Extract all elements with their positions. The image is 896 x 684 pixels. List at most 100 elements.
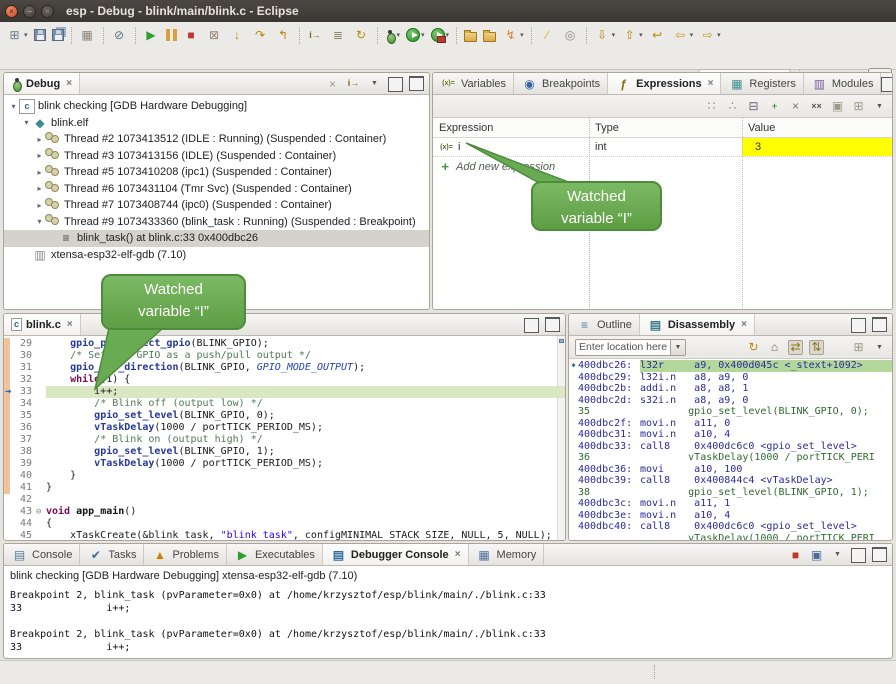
display-selected-console-icon[interactable]: ▣ [809,547,824,562]
refresh-debug-views-button[interactable]: ↻ [350,25,373,45]
expression-cell[interactable]: (x)=i [433,139,589,156]
layout-icon[interactable]: ⊞ [851,340,866,355]
dropdown-arrow-icon[interactable]: ▾ [520,31,524,39]
forward-button[interactable]: ⇨▾ [696,25,724,45]
tab-variables[interactable]: (x)=Variables [433,73,514,94]
code-line[interactable]: 30 /* Set the GPIO as a push/pull output… [4,350,565,362]
disassembly-line[interactable]: 400dbc40:call8 0x400dc6c0 <gpio_set_leve… [569,521,892,533]
code-line[interactable]: 38 gpio_set_level(BLINK_GPIO, 1); [4,446,565,458]
dropdown-arrow-icon[interactable]: ▾ [717,31,721,39]
debug-tree-item[interactable]: ▸Thread #6 1073431104 (Tmr Svc) (Suspend… [4,181,429,198]
tab-executables[interactable]: ▶Executables [227,544,323,565]
tab-breakpoints[interactable]: ◉Breakpoints [514,73,608,94]
close-icon[interactable]: × [741,319,747,330]
code-line[interactable]: 36 vTaskDelay(1000 / portTICK_PERIOD_MS)… [4,422,565,434]
column-header-expression[interactable]: Expression [433,122,589,134]
console-output[interactable]: Breakpoint 2, blink_task (pvParameter=0x… [4,584,892,654]
code-line[interactable]: 39 vTaskDelay(1000 / portTICK_PERIOD_MS)… [4,458,565,470]
build-button[interactable]: ▦ [76,25,99,45]
terminate-button[interactable]: ■ [180,25,203,45]
dropdown-arrow-icon[interactable]: ▾ [612,31,616,39]
dropdown-arrow-icon[interactable]: ▾ [446,31,450,39]
expander-icon[interactable]: ▾ [34,217,45,226]
debug-tree-item[interactable]: ▾cblink checking [GDB Hardware Debugging… [4,98,429,115]
run-button[interactable]: ▾ [403,25,428,45]
fold-marker-icon[interactable]: ⊖ [36,506,46,518]
expander-icon[interactable]: ▸ [34,168,45,177]
close-icon[interactable]: × [67,319,73,330]
minimize-icon[interactable] [524,318,539,333]
breakpoint-current-line-icon[interactable]: → [5,386,11,398]
code-line[interactable]: 41} [4,482,565,494]
disassembly-line[interactable]: 400dbc2f:movi.n a11, 0 [569,418,892,430]
layout-icon[interactable]: ⊞ [851,99,866,114]
view-menu-icon[interactable]: ▼ [872,340,887,355]
minimize-icon[interactable] [851,548,866,563]
code-line[interactable]: 34 /* Blink off (output low) */ [4,398,565,410]
terminate-icon[interactable]: ■ [788,547,803,562]
disassembly-line[interactable]: 38 gpio_set_level(BLINK_GPIO, 1); [569,487,892,499]
new-rendering-icon[interactable]: ▣ [830,99,845,114]
code-line[interactable]: 45 xTaskCreate(&blink_task, "blink_task"… [4,530,565,541]
tab-memory[interactable]: ▦Memory [469,544,545,565]
window-maximize-button[interactable]: ▫ [41,5,54,18]
dropdown-arrow-icon[interactable]: ▾ [24,31,28,39]
location-dropdown[interactable]: ▼ [671,339,686,356]
code-line[interactable]: 40 } [4,470,565,482]
step-return-button[interactable]: ↰ [272,25,295,45]
expander-icon[interactable]: ▸ [34,201,45,210]
disassembly-line[interactable]: 400dbc3c:movi.n a11, 1 [569,498,892,510]
remove-expression-icon[interactable]: × [788,99,803,114]
step-over-button[interactable]: ↷ [249,25,272,45]
maximize-icon[interactable] [409,76,424,91]
code-line[interactable]: →33 i++; [4,386,565,398]
debug-button[interactable]: ▾ [382,25,404,45]
remove-all-expressions-icon[interactable]: ×× [809,99,824,114]
disassembly-line[interactable]: 400dbc2d:s32i.n a8, a9, 0 [569,395,892,407]
expression-row[interactable]: (x)=iint3 [433,138,892,157]
home-icon[interactable]: ⌂ [767,340,782,355]
tab-problems[interactable]: ▲Problems [144,544,226,565]
disassembly-line[interactable]: 400dbc3e:movi.n a10, 4 [569,510,892,522]
disassembly-line[interactable]: 400dbc36:movi a10, 100 [569,464,892,476]
debug-tree-item[interactable]: ▸Thread #5 1073410208 (ipc1) (Suspended … [4,164,429,181]
pin-editor-button[interactable]: ◎ [559,25,582,45]
show-type-names-icon[interactable]: ∷ [704,99,719,114]
disassembly-line[interactable]: 400dbc2b:addi.n a8, a8, 1 [569,383,892,395]
disassembly-line[interactable]: 400dbc33:call8 0x400dc6c0 <gpio_set_leve… [569,441,892,453]
location-input[interactable]: Enter location here [575,339,671,356]
instruction-stepping-button[interactable]: i→ [304,25,327,45]
open-project-button[interactable] [480,25,499,45]
code-line[interactable]: 29 gpio_pad_select_gpio(BLINK_GPIO); [4,338,565,350]
show-execution-button[interactable]: ≣ [327,25,350,45]
code-line[interactable]: 32 while(1) { [4,374,565,386]
window-minimize-button[interactable]: – [23,5,36,18]
column-header-value[interactable]: Value [742,118,892,137]
dropdown-arrow-icon[interactable]: ▾ [397,31,401,39]
step-into-button[interactable]: ↓ [226,25,249,45]
last-edit-location-button[interactable]: ↩ [646,25,669,45]
value-cell[interactable]: 3 [742,138,892,156]
expander-icon[interactable]: ▾ [21,118,32,127]
minimize-icon[interactable] [388,77,403,92]
dropdown-arrow-icon[interactable]: ▾ [690,31,694,39]
resume-button[interactable]: ▶ [140,25,163,45]
collapse-all-icon[interactable]: ⊟ [746,99,761,114]
expander-icon[interactable]: ▸ [34,184,45,193]
refresh-icon[interactable]: ↻ [746,340,761,355]
disassembly-line[interactable]: ◆400dbc26:l32r a9, 0x400d045c <_stext+10… [569,360,892,372]
tab-console[interactable]: ▤Console [4,544,80,565]
close-icon[interactable]: × [708,78,714,89]
sync-active-context-icon[interactable]: ⇅ [809,340,824,355]
disassembly-line[interactable]: 35 gpio_set_level(BLINK_GPIO, 0); [569,406,892,418]
maximize-icon[interactable] [872,317,887,332]
window-close-button[interactable]: × [5,5,18,18]
dropdown-arrow-icon[interactable]: ▾ [639,31,643,39]
close-icon[interactable]: × [66,78,72,89]
code-line[interactable]: 43⊖void app_main() [4,506,565,518]
code-line[interactable]: 44{ [4,518,565,530]
debug-tree-item[interactable]: ▸Thread #7 1073408744 (ipc0) (Suspended … [4,197,429,214]
type-cell[interactable]: int [589,141,742,153]
back-button[interactable]: ⇦▾ [669,25,697,45]
close-icon[interactable]: × [455,549,461,560]
